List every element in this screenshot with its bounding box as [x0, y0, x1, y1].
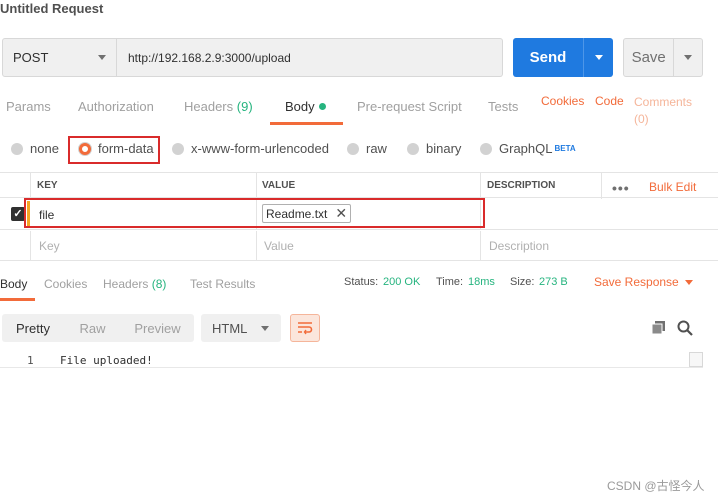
- tab-authorization[interactable]: Authorization: [78, 99, 154, 114]
- column-divider: [30, 173, 31, 199]
- view-pretty-button[interactable]: Pretty: [2, 314, 64, 342]
- column-divider: [256, 231, 257, 261]
- column-divider: [601, 173, 602, 199]
- beta-badge: BETA: [554, 144, 576, 153]
- editor-divider: [0, 367, 703, 368]
- cookies-link[interactable]: Cookies: [541, 94, 584, 108]
- radio-icon: [172, 142, 184, 155]
- method-select[interactable]: POST: [2, 38, 117, 77]
- response-tab-headers-count: (8): [151, 277, 167, 291]
- url-input[interactable]: http://192.168.2.9:3000/upload: [117, 38, 503, 77]
- code-link[interactable]: Code: [595, 94, 624, 108]
- radio-icon: [407, 142, 419, 155]
- send-button[interactable]: Send: [513, 38, 583, 77]
- tab-headers[interactable]: Headers (9): [184, 99, 253, 114]
- header-description: DESCRIPTION: [487, 180, 556, 191]
- watermark: CSDN @古怪今人: [607, 479, 705, 493]
- view-mode-group: Pretty Raw Preview: [2, 314, 194, 342]
- response-tab-headers[interactable]: Headers (8): [103, 277, 166, 291]
- tab-body-label: Body: [285, 99, 315, 114]
- save-button-group: Save: [623, 38, 703, 77]
- save-response-label: Save Response: [594, 275, 679, 289]
- chevron-down-icon: [684, 55, 693, 60]
- search-icon[interactable]: [677, 320, 693, 339]
- response-tab-body[interactable]: Body: [0, 277, 27, 291]
- url-value: http://192.168.2.9:3000/upload: [128, 50, 291, 65]
- chevron-down-icon: [261, 325, 269, 331]
- highlight-box-file-row: [24, 198, 485, 228]
- language-value: HTML: [212, 320, 248, 336]
- tab-headers-label: Headers: [184, 99, 234, 114]
- body-option-urlencoded[interactable]: x-www-form-urlencoded: [172, 141, 329, 156]
- view-raw-button[interactable]: Raw: [64, 314, 121, 342]
- line-number: 1: [27, 354, 34, 367]
- chevron-down-icon: [684, 280, 693, 285]
- column-divider: [480, 231, 481, 261]
- modified-dot-icon: [318, 103, 326, 110]
- save-button[interactable]: Save: [624, 39, 673, 76]
- highlight-box-form-data: [68, 136, 160, 164]
- column-divider: [30, 231, 31, 261]
- size-value: 273 B: [539, 276, 568, 288]
- description-input[interactable]: Description: [489, 239, 549, 253]
- code-line: File uploaded!: [60, 354, 153, 367]
- tab-body[interactable]: Body: [285, 99, 326, 114]
- save-dropdown-button[interactable]: [673, 39, 702, 76]
- body-option-raw[interactable]: raw: [347, 141, 387, 156]
- header-key: KEY: [37, 180, 58, 191]
- view-preview-button[interactable]: Preview: [121, 314, 194, 342]
- radio-icon: [480, 142, 492, 155]
- copy-icon[interactable]: [651, 320, 666, 338]
- response-tab-headers-label: Headers: [103, 277, 149, 291]
- status-value: 200 OK: [383, 276, 421, 288]
- language-select[interactable]: HTML: [201, 314, 281, 342]
- send-dropdown-button[interactable]: [583, 38, 613, 77]
- tab-headers-count: (9): [236, 99, 253, 114]
- tab-tests[interactable]: Tests: [488, 99, 518, 114]
- time-value: 18ms: [468, 276, 495, 288]
- response-tab-cookies[interactable]: Cookies: [44, 277, 87, 291]
- comments-label: Comments: [634, 95, 693, 109]
- column-divider: [256, 173, 257, 199]
- save-response-button[interactable]: Save Response: [594, 275, 693, 289]
- bulk-edit-link[interactable]: Bulk Edit: [649, 180, 696, 194]
- body-option-graphql[interactable]: GraphQL BETA: [480, 141, 576, 156]
- comments-count: (0): [634, 112, 649, 126]
- option-label: GraphQL: [499, 141, 553, 156]
- option-label: none: [30, 141, 59, 156]
- option-label: raw: [366, 141, 387, 156]
- key-input[interactable]: Key: [39, 239, 60, 253]
- request-title: Untitled Request: [0, 1, 104, 16]
- size-label: Size:: [510, 276, 535, 288]
- more-options-icon[interactable]: •••: [612, 180, 630, 196]
- value-input[interactable]: Value: [264, 239, 294, 253]
- body-option-binary[interactable]: binary: [407, 141, 461, 156]
- comments-link[interactable]: Comments (0): [634, 94, 692, 128]
- scrollbar[interactable]: [689, 352, 703, 367]
- header-value: VALUE: [262, 180, 296, 191]
- active-tab-indicator: [270, 122, 343, 125]
- status-label: Status:: [344, 276, 379, 288]
- chevron-down-icon: [98, 55, 106, 60]
- column-divider: [480, 173, 481, 199]
- option-label: binary: [426, 141, 462, 156]
- row-checkbox[interactable]: ✓: [11, 207, 25, 221]
- radio-icon: [347, 142, 359, 155]
- tab-pre-request-script[interactable]: Pre-request Script: [357, 99, 462, 114]
- chevron-down-icon: [594, 55, 603, 60]
- wrap-lines-icon: [298, 322, 313, 335]
- kv-table-header: KEY VALUE DESCRIPTION ••• Bulk Edit: [0, 172, 718, 199]
- time-label: Time:: [436, 276, 464, 288]
- table-row-empty: Key Value Description: [0, 231, 718, 261]
- radio-icon: [11, 142, 23, 155]
- body-option-none[interactable]: none: [11, 141, 59, 156]
- send-button-group: Send: [513, 38, 613, 77]
- wrap-lines-button[interactable]: [290, 314, 320, 342]
- response-tab-indicator: [0, 298, 35, 301]
- response-tab-test-results[interactable]: Test Results: [190, 277, 255, 291]
- option-label: x-www-form-urlencoded: [191, 141, 329, 156]
- tab-params[interactable]: Params: [6, 99, 51, 114]
- method-value: POST: [13, 50, 49, 65]
